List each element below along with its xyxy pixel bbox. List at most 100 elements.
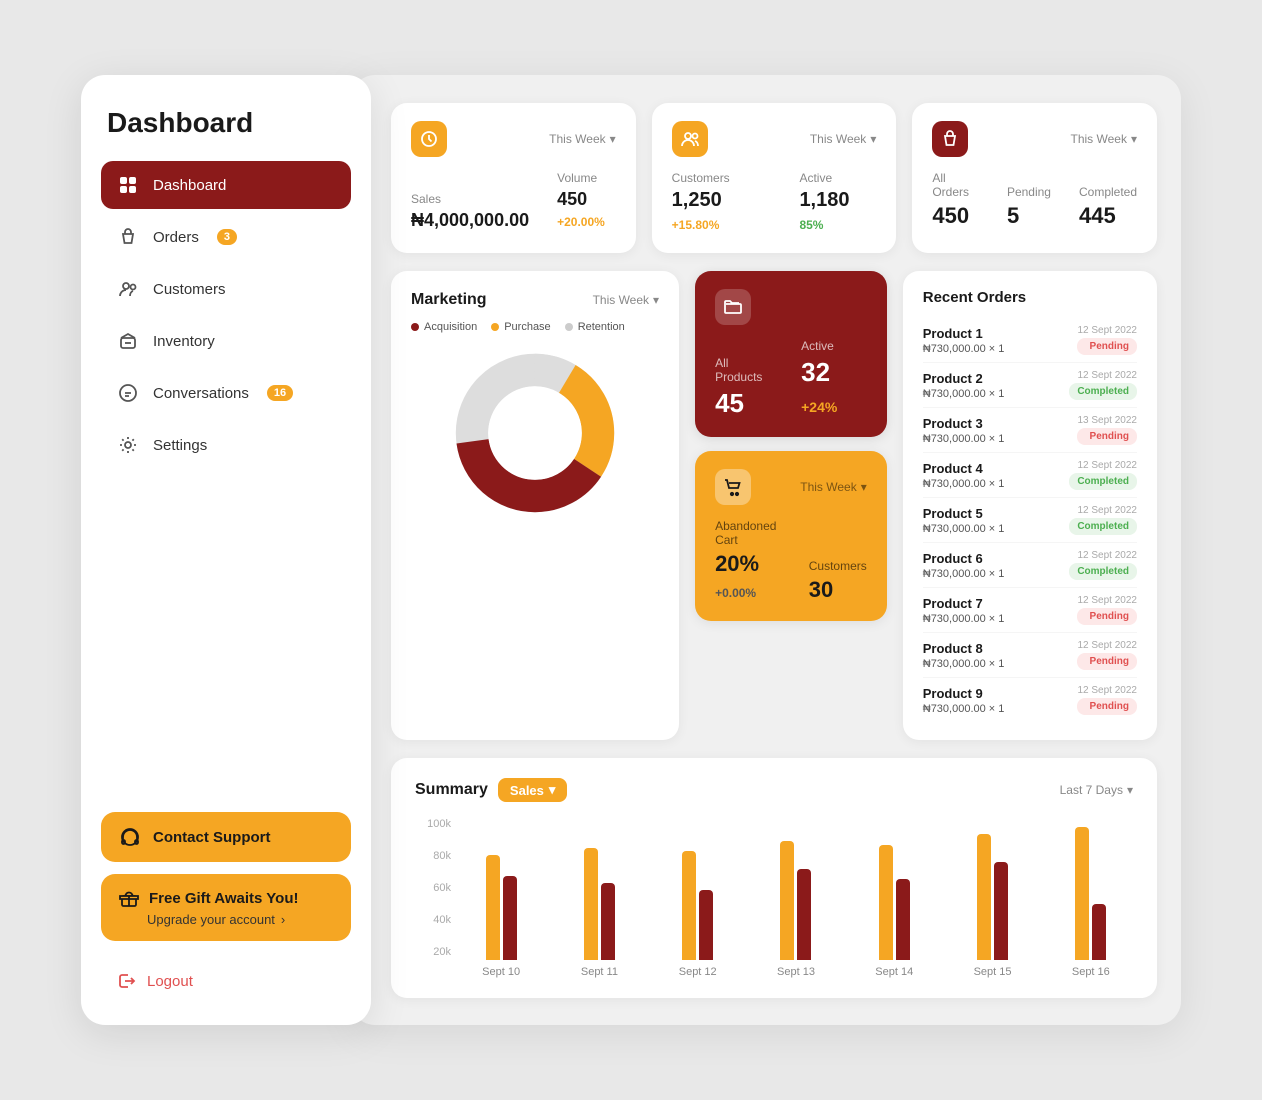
headset-icon bbox=[119, 826, 141, 848]
bar-red bbox=[896, 879, 910, 960]
bar-gold bbox=[486, 855, 500, 960]
bar-pair bbox=[486, 820, 517, 960]
recent-orders-card: Recent Orders Product 1 ₦730,000.00 × 1 … bbox=[903, 271, 1157, 740]
summary-filter[interactable]: Sales ▾ bbox=[498, 778, 568, 802]
order-status-block: 12 Sept 2022 Completed bbox=[1069, 460, 1137, 490]
order-status-block: 12 Sept 2022 Pending bbox=[1077, 640, 1137, 670]
order-row: Product 8 ₦730,000.00 × 1 12 Sept 2022 P… bbox=[923, 633, 1137, 678]
chart-x-label: Sept 12 bbox=[656, 966, 740, 978]
summary-period[interactable]: Last 7 Days ▾ bbox=[1060, 783, 1133, 797]
summary-title: Summary Sales ▾ bbox=[415, 778, 567, 802]
chart-x-label: Sept 10 bbox=[459, 966, 543, 978]
order-status-block: 12 Sept 2022 Completed bbox=[1069, 370, 1137, 400]
sidebar-item-conversations-label: Conversations bbox=[153, 385, 249, 402]
customers-values: Customers 1,250 +15.80% Active 1,180 85% bbox=[672, 171, 877, 235]
bar-red bbox=[699, 890, 713, 960]
bar-pair bbox=[780, 820, 811, 960]
products-col: All Products 45 Active 32 +24% bbox=[695, 271, 887, 740]
sidebar-item-customers[interactable]: Customers bbox=[101, 265, 351, 313]
cart-card: This Week ▾ Abandoned Cart 20% +0.00% bbox=[695, 451, 887, 621]
arrow-right-icon: › bbox=[281, 912, 285, 927]
bar-pair bbox=[584, 820, 615, 960]
order-row: Product 2 ₦730,000.00 × 1 12 Sept 2022 C… bbox=[923, 363, 1137, 408]
sidebar-item-dashboard[interactable]: Dashboard bbox=[101, 161, 351, 209]
sidebar-item-inventory[interactable]: Inventory bbox=[101, 317, 351, 365]
order-row: Product 7 ₦730,000.00 × 1 12 Sept 2022 P… bbox=[923, 588, 1137, 633]
orders-card: This Week ▾ All Orders 450 Pending 5 Com… bbox=[912, 103, 1157, 253]
bar-group bbox=[950, 820, 1034, 960]
order-row: Product 3 ₦730,000.00 × 1 13 Sept 2022 P… bbox=[923, 408, 1137, 453]
logout-label: Logout bbox=[147, 973, 193, 990]
bar-red bbox=[503, 876, 517, 960]
chart-x-label: Sept 15 bbox=[950, 966, 1034, 978]
marketing-header: Marketing This Week ▾ bbox=[411, 291, 659, 309]
cart-period[interactable]: This Week ▾ bbox=[800, 480, 867, 494]
order-info: Product 9 ₦730,000.00 × 1 bbox=[923, 686, 1005, 715]
products-values: All Products 45 Active 32 +24% bbox=[715, 339, 867, 419]
order-status-block: 12 Sept 2022 Completed bbox=[1069, 505, 1137, 535]
conversations-badge: 16 bbox=[267, 385, 293, 401]
order-info: Product 4 ₦730,000.00 × 1 bbox=[923, 461, 1005, 490]
chevron-down-icon: ▾ bbox=[549, 782, 556, 798]
bar-group bbox=[557, 820, 641, 960]
order-row: Product 9 ₦730,000.00 × 1 12 Sept 2022 P… bbox=[923, 678, 1137, 722]
contact-support-button[interactable]: Contact Support bbox=[101, 812, 351, 862]
order-row: Product 6 ₦730,000.00 × 1 12 Sept 2022 C… bbox=[923, 543, 1137, 588]
customers-value-block: Customers 1,250 +15.80% bbox=[672, 171, 772, 235]
bar-group bbox=[1049, 820, 1133, 960]
bar-group bbox=[754, 820, 838, 960]
bag-icon bbox=[117, 226, 139, 248]
sales-volume-block: Volume 450 +20.00% bbox=[557, 171, 616, 231]
logout-button[interactable]: Logout bbox=[101, 961, 351, 1001]
customers-period[interactable]: This Week ▾ bbox=[810, 132, 877, 146]
free-gift-button[interactable]: Free Gift Awaits You! Upgrade your accou… bbox=[101, 874, 351, 941]
marketing-legend: Acquisition Purchase Retention bbox=[411, 321, 659, 333]
order-row: Product 4 ₦730,000.00 × 1 12 Sept 2022 C… bbox=[923, 453, 1137, 498]
all-orders-block: All Orders 450 bbox=[932, 171, 979, 229]
bar-pair bbox=[1075, 820, 1106, 960]
orders-period[interactable]: This Week ▾ bbox=[1071, 132, 1138, 146]
marketing-period[interactable]: This Week ▾ bbox=[593, 293, 660, 307]
order-status-block: 12 Sept 2022 Pending bbox=[1077, 685, 1137, 715]
box-icon bbox=[117, 330, 139, 352]
chevron-down-icon: ▾ bbox=[870, 132, 876, 146]
chart-x-label: Sept 13 bbox=[754, 966, 838, 978]
sidebar-item-conversations[interactable]: Conversations 16 bbox=[101, 369, 351, 417]
order-info: Product 6 ₦730,000.00 × 1 bbox=[923, 551, 1005, 580]
bar-red bbox=[797, 869, 811, 960]
cart-customers-block: Customers 30 bbox=[809, 559, 867, 603]
folder-icon bbox=[715, 289, 751, 325]
app-wrapper: Dashboard Dashboard Orders 3 bbox=[81, 75, 1181, 1025]
bar-group bbox=[852, 820, 936, 960]
completed-orders-block: Completed 445 bbox=[1079, 185, 1137, 229]
gift-icon bbox=[119, 888, 139, 908]
summary-chart-area: 100k80k60k40k20k Sept 10Sept 11Sept 12Se… bbox=[415, 818, 1133, 978]
bar-gold bbox=[977, 834, 991, 960]
sales-period[interactable]: This Week ▾ bbox=[549, 132, 616, 146]
abandoned-cart-block: Abandoned Cart 20% +0.00% bbox=[715, 519, 781, 603]
sidebar-item-settings[interactable]: Settings bbox=[101, 421, 351, 469]
bars-container bbox=[459, 818, 1133, 960]
bar-red bbox=[1092, 904, 1106, 960]
marketing-card: Marketing This Week ▾ Acquisition Purcha… bbox=[391, 271, 679, 740]
bar-gold bbox=[1075, 827, 1089, 960]
legend-retention: Retention bbox=[565, 321, 625, 333]
cart-icon bbox=[715, 469, 751, 505]
order-info: Product 3 ₦730,000.00 × 1 bbox=[923, 416, 1005, 445]
bar-group bbox=[656, 820, 740, 960]
summary-header: Summary Sales ▾ Last 7 Days ▾ bbox=[415, 778, 1133, 802]
chevron-down-icon: ▾ bbox=[653, 293, 659, 307]
grid-icon bbox=[117, 174, 139, 196]
chevron-down-icon: ▾ bbox=[1131, 132, 1137, 146]
bar-pair bbox=[682, 820, 713, 960]
bar-gold bbox=[879, 845, 893, 960]
stats-row: This Week ▾ Sales ₦4,000,000.00 Volume 4… bbox=[391, 103, 1157, 253]
cart-header: This Week ▾ bbox=[715, 469, 867, 505]
products-header bbox=[715, 289, 867, 325]
sidebar-item-orders[interactable]: Orders 3 bbox=[101, 213, 351, 261]
chart-bars: Sept 10Sept 11Sept 12Sept 13Sept 14Sept … bbox=[459, 818, 1133, 978]
sidebar-item-orders-label: Orders bbox=[153, 229, 199, 246]
orders-card-header: This Week ▾ bbox=[932, 121, 1137, 157]
summary-card: Summary Sales ▾ Last 7 Days ▾ 100k80k60k… bbox=[391, 758, 1157, 998]
order-info: Product 2 ₦730,000.00 × 1 bbox=[923, 371, 1005, 400]
